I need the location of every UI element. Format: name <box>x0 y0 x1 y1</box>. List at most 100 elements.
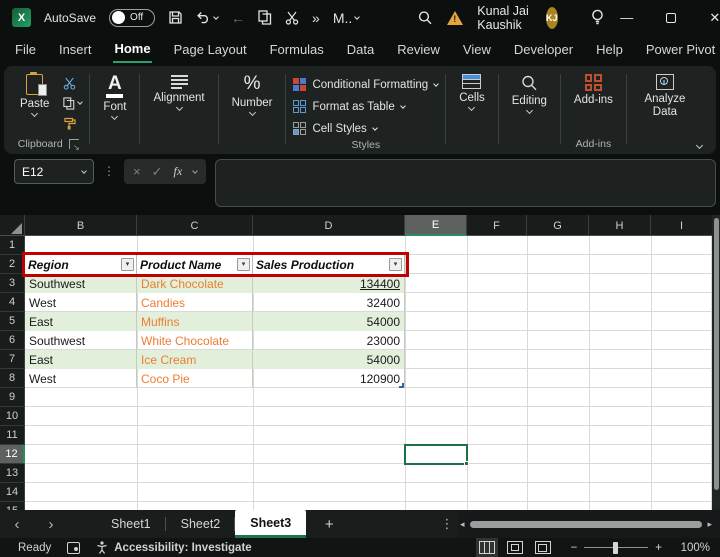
cell-c6-product[interactable]: White Chocolate <box>137 331 253 350</box>
user-name[interactable]: Kunal Jai Kaushik <box>477 4 531 32</box>
sheet-tab-sheet3[interactable]: Sheet3 <box>235 510 306 538</box>
collapse-ribbon-icon[interactable] <box>696 142 703 149</box>
sheet-nav-left-icon[interactable]: ‹ <box>0 510 34 538</box>
autosave-toggle[interactable]: Off <box>109 9 155 27</box>
number-button[interactable]: % Number <box>226 72 279 117</box>
undo-button[interactable] <box>196 11 218 24</box>
cell-b5-region[interactable]: East <box>25 312 137 331</box>
copy-button[interactable] <box>63 95 82 111</box>
name-box-dropdown-icon[interactable] <box>81 168 87 174</box>
copy-icon[interactable] <box>258 10 272 25</box>
cells-canvas[interactable]: Region ▾ Product Name ▾ Sales Production… <box>25 236 712 510</box>
filter-button-region[interactable]: ▾ <box>121 258 134 271</box>
table-resize-handle[interactable] <box>399 383 404 388</box>
menu-tab-page-layout[interactable]: Page Layout <box>173 40 248 62</box>
warning-icon[interactable]: ! <box>447 11 463 25</box>
column-header-g[interactable]: G <box>527 215 589 236</box>
cell-d8-sales[interactable]: 120900 <box>253 369 405 388</box>
zoom-slider-thumb[interactable] <box>613 542 618 554</box>
header-cell-sales[interactable]: Sales Production ▾ <box>253 255 405 274</box>
qat-more-button[interactable]: » <box>312 10 320 26</box>
cell-b7-region[interactable]: East <box>25 350 137 369</box>
hscroll-right-icon[interactable]: ▸ <box>707 519 712 530</box>
menu-tab-formulas[interactable]: Formulas <box>269 40 325 62</box>
accessibility-status[interactable]: Accessibility: Investigate <box>96 541 251 554</box>
format-painter-button[interactable] <box>63 115 82 131</box>
addins-button[interactable]: Add-ins <box>568 72 619 108</box>
row-header-1[interactable]: 1 <box>0 236 25 255</box>
menu-tab-help[interactable]: Help <box>595 40 624 62</box>
editing-button[interactable]: Editing <box>506 72 553 115</box>
row-header-14[interactable]: 14 <box>0 483 25 502</box>
fx-dropdown-icon[interactable] <box>192 168 198 174</box>
undo-dropdown-icon[interactable] <box>213 14 219 20</box>
save-icon[interactable] <box>168 10 183 25</box>
vertical-scrollbar-thumb[interactable] <box>714 218 719 490</box>
page-layout-view-icon[interactable] <box>507 541 523 554</box>
minimize-button[interactable]: — <box>605 0 649 35</box>
insert-function-icon[interactable]: fx <box>174 164 183 179</box>
cell-d7-sales[interactable]: 54000 <box>253 350 405 369</box>
confirm-entry-icon[interactable]: ✓ <box>152 164 163 180</box>
menu-tab-power-pivot[interactable]: Power Pivot <box>645 40 716 62</box>
zoom-slider[interactable] <box>584 547 648 549</box>
row-header-13[interactable]: 13 <box>0 464 25 483</box>
row-header-2[interactable]: 2 <box>0 255 25 274</box>
close-button[interactable]: ✕ <box>693 0 720 35</box>
analyze-data-button[interactable]: Analyze Data <box>634 72 696 121</box>
menu-tab-review[interactable]: Review <box>396 40 441 62</box>
menu-tab-insert[interactable]: Insert <box>58 40 93 62</box>
column-header-d[interactable]: D <box>253 215 405 236</box>
avatar[interactable]: KJ <box>546 7 558 29</box>
alignment-button[interactable]: Alignment <box>147 72 210 112</box>
select-all-corner[interactable] <box>0 215 25 236</box>
selected-cell-e12[interactable] <box>404 444 468 465</box>
cancel-entry-icon[interactable]: × <box>133 164 141 179</box>
cell-b8-region[interactable]: West <box>25 369 137 388</box>
cell-d3-sales[interactable]: 134400 <box>253 274 405 293</box>
cells-button[interactable]: Cells <box>453 72 491 112</box>
page-break-view-icon[interactable] <box>535 541 551 554</box>
horizontal-scrollbar[interactable]: ◂ ▸ <box>458 510 720 538</box>
search-icon[interactable] <box>417 10 433 26</box>
clipboard-dialog-launcher-icon[interactable]: ↘ <box>69 139 79 149</box>
cell-b3-region[interactable]: Southwest <box>25 274 137 293</box>
column-header-b[interactable]: B <box>25 215 137 236</box>
new-sheet-button[interactable]: + <box>306 510 352 538</box>
row-header-12[interactable]: 12 <box>0 445 25 464</box>
hscroll-left-icon[interactable]: ◂ <box>460 519 465 530</box>
fill-handle[interactable] <box>464 461 469 466</box>
normal-view-icon[interactable] <box>479 541 495 554</box>
column-header-c[interactable]: C <box>137 215 253 236</box>
vertical-scrollbar[interactable] <box>712 215 720 510</box>
sheet-options-icon[interactable]: ⋮ <box>436 510 458 538</box>
cell-c8-product[interactable]: Coco Pie <box>137 369 253 388</box>
zoom-in-icon[interactable]: + <box>655 542 662 554</box>
column-header-e[interactable]: E <box>405 215 467 236</box>
row-header-10[interactable]: 10 <box>0 407 25 426</box>
zoom-out-icon[interactable]: − <box>571 542 578 554</box>
cell-c7-product[interactable]: Ice Cream <box>137 350 253 369</box>
paste-button[interactable]: Paste <box>14 72 55 118</box>
row-header-5[interactable]: 5 <box>0 312 25 331</box>
cut-button[interactable] <box>63 75 82 91</box>
formula-input[interactable] <box>215 159 716 207</box>
zoom-level[interactable]: 100% <box>676 542 710 554</box>
row-header-6[interactable]: 6 <box>0 331 25 350</box>
row-header-15[interactable]: 15 <box>0 502 25 510</box>
cell-d6-sales[interactable]: 23000 <box>253 331 405 350</box>
maximize-button[interactable] <box>649 0 693 35</box>
conditional-formatting-button[interactable]: Conditional Formatting <box>293 76 438 93</box>
menu-tab-view[interactable]: View <box>462 40 492 62</box>
cell-b6-region[interactable]: Southwest <box>25 331 137 350</box>
cell-c5-product[interactable]: Muffins <box>137 312 253 331</box>
horizontal-scrollbar-thumb[interactable] <box>470 521 703 528</box>
filter-button-sales[interactable]: ▾ <box>389 258 402 271</box>
row-header-4[interactable]: 4 <box>0 293 25 312</box>
menu-tab-file[interactable]: File <box>14 40 37 62</box>
cell-b4-region[interactable]: West <box>25 293 137 312</box>
menu-tab-data[interactable]: Data <box>346 40 375 62</box>
column-header-f[interactable]: F <box>467 215 527 236</box>
column-header-h[interactable]: H <box>589 215 651 236</box>
header-cell-product[interactable]: Product Name ▾ <box>137 255 253 274</box>
